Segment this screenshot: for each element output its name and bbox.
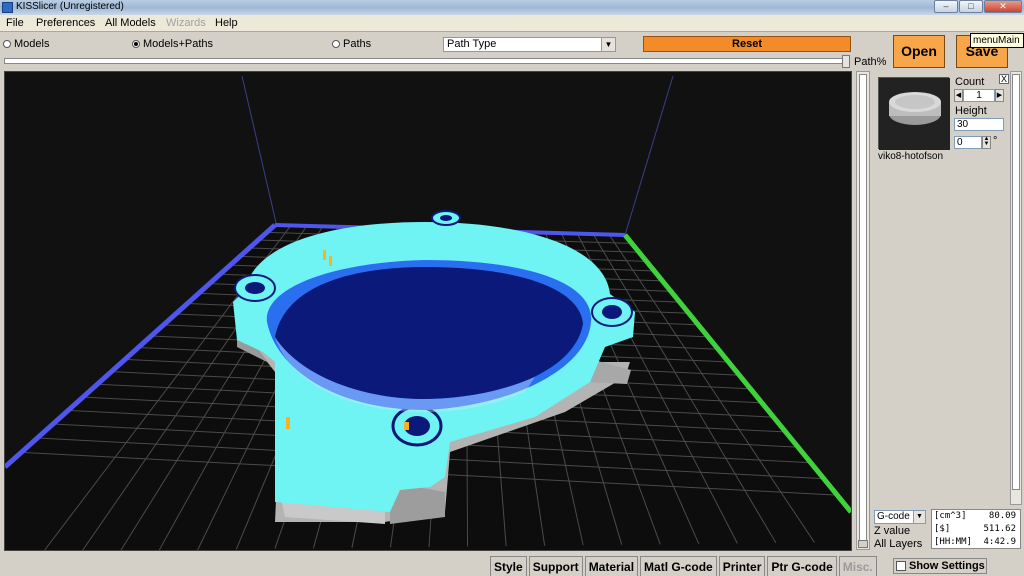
- gcode-select[interactable]: G-code ▼: [874, 510, 926, 524]
- checkbox-icon[interactable]: [896, 561, 906, 571]
- 3d-viewport[interactable]: [4, 71, 852, 551]
- tab-misc: Misc.: [838, 556, 877, 576]
- model-name: viko8-hotofson: [878, 151, 944, 162]
- radio-models-paths[interactable]: Models+Paths: [132, 38, 213, 50]
- scrollbar-cap[interactable]: [858, 540, 868, 548]
- minimize-button[interactable]: –: [934, 0, 958, 13]
- menu-wizards: Wizards: [166, 17, 206, 29]
- scene-render: [5, 72, 851, 550]
- layer-scrollbar[interactable]: [856, 71, 870, 550]
- show-settings-checkbox[interactable]: Show Settings: [893, 558, 987, 574]
- rotation-input[interactable]: 0: [954, 136, 982, 149]
- slider-handle[interactable]: [842, 55, 850, 68]
- chevron-down-icon: ▼: [913, 511, 925, 523]
- title-bar: KISSlicer (Unregistered) – □ ✕: [0, 0, 1024, 15]
- app-icon: [2, 2, 13, 13]
- stat-cost: [$] 511.62: [934, 524, 1016, 534]
- menu-help[interactable]: Help: [213, 16, 240, 30]
- height-label: Height: [955, 105, 987, 117]
- close-model-button[interactable]: X: [999, 74, 1009, 84]
- model-panel: viko8-hotofson X Count ◀ 1 ▶ Height 30 0…: [874, 71, 1009, 505]
- tab-material[interactable]: Material: [584, 556, 639, 576]
- scrollbar-thumb[interactable]: [859, 74, 867, 544]
- radio-label: Paths: [343, 38, 372, 50]
- path-percent-slider[interactable]: [4, 55, 850, 68]
- stat-time: [HH:MM] 4:42.9: [934, 537, 1016, 547]
- stat-volume: [cm^3] 80.09: [934, 511, 1016, 521]
- slider-track[interactable]: [4, 58, 844, 64]
- maximize-button[interactable]: □: [959, 0, 983, 13]
- count-label: Count: [955, 76, 985, 88]
- tab-matl-gcode[interactable]: Matl G-code: [640, 556, 717, 576]
- print-stats: [cm^3] 80.09 [$] 511.62 [HH:MM] 4:42.9: [931, 509, 1021, 549]
- model-list-scrollbar[interactable]: [1010, 71, 1022, 505]
- radio-dot-selected: [132, 40, 140, 48]
- tooltip: menuMain: [970, 33, 1024, 48]
- tab-style[interactable]: Style: [490, 556, 527, 576]
- radio-dot: [332, 40, 340, 48]
- radio-models[interactable]: Models: [3, 38, 49, 50]
- scrollbar-thumb[interactable]: [1012, 74, 1020, 490]
- menu-file[interactable]: File: [4, 16, 26, 30]
- open-button[interactable]: Open: [893, 35, 945, 68]
- tab-support[interactable]: Support: [528, 556, 583, 576]
- radio-paths[interactable]: Paths: [332, 38, 371, 50]
- radio-label: Models+Paths: [143, 38, 214, 50]
- radio-label: Models: [14, 38, 50, 50]
- all-layers-label: All Layers: [874, 538, 923, 550]
- window-controls: – □ ✕: [933, 0, 1022, 14]
- degree-symbol: °: [993, 135, 998, 147]
- height-input[interactable]: 30: [954, 118, 1004, 131]
- close-button[interactable]: ✕: [984, 0, 1022, 13]
- decrement-icon[interactable]: ◀: [954, 89, 963, 102]
- menu-all-models[interactable]: All Models: [103, 16, 158, 30]
- show-settings-label: Show Settings: [909, 560, 985, 572]
- count-stepper[interactable]: ◀ 1 ▶: [954, 89, 1004, 102]
- count-value[interactable]: 1: [963, 89, 995, 102]
- z-value-label: Z value: [874, 525, 911, 537]
- tab-printer[interactable]: Printer: [718, 556, 766, 576]
- settings-tabs: Style Support Material Matl G-code Print…: [490, 556, 879, 576]
- menu-preferences[interactable]: Preferences: [34, 16, 97, 30]
- view-toolbar: Models Models+Paths Paths Path Type ▼ Re…: [0, 33, 870, 55]
- model-thumbnail-image: [879, 78, 950, 150]
- path-percent-label: Path%: [854, 56, 887, 68]
- chevron-down-icon: ▼: [601, 38, 615, 51]
- rotation-spinner-icon[interactable]: ▲ ▼: [982, 136, 991, 149]
- model-thumbnail[interactable]: [878, 77, 950, 150]
- window-title: KISSlicer (Unregistered): [16, 1, 124, 12]
- tab-ptr-gcode[interactable]: Ptr G-code: [767, 556, 837, 576]
- gcode-select-value: G-code: [877, 511, 910, 522]
- path-type-select[interactable]: Path Type ▼: [443, 37, 616, 52]
- reset-button[interactable]: Reset: [643, 36, 851, 52]
- increment-icon[interactable]: ▶: [995, 89, 1004, 102]
- path-type-value: Path Type: [447, 38, 497, 50]
- radio-dot: [3, 40, 11, 48]
- menu-bar: File Preferences All Models Wizards Help: [0, 15, 1024, 32]
